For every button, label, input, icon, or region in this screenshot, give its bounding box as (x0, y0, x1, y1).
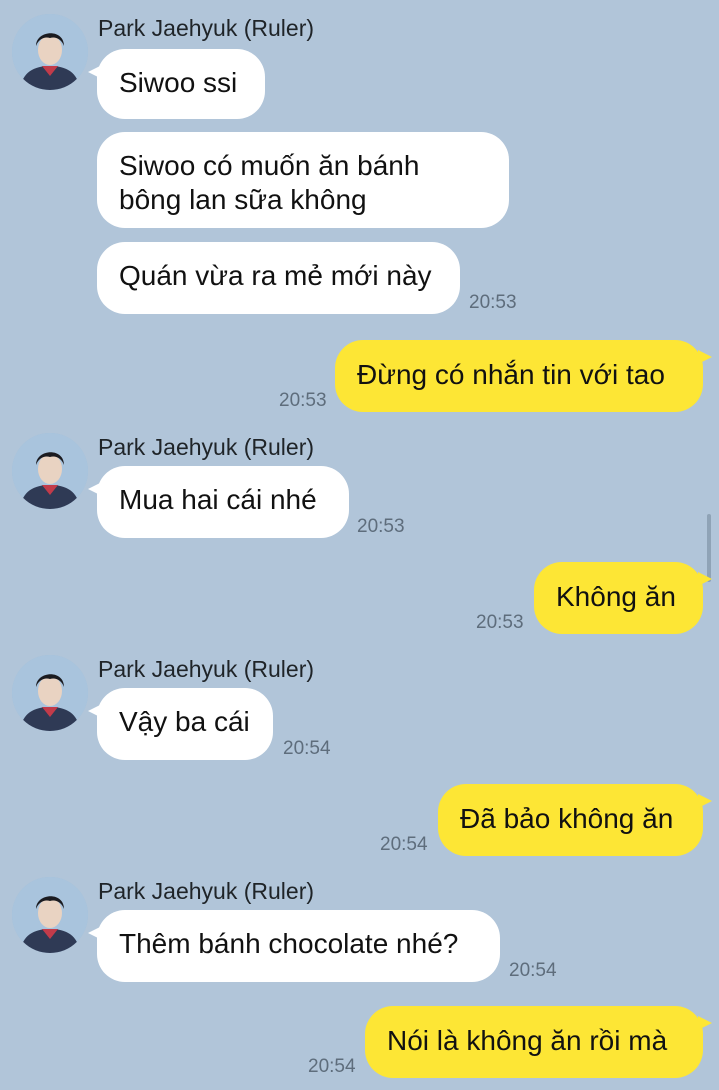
message-timestamp: 20:53 (476, 612, 524, 633)
sender-name: Park Jaehyuk (Ruler) (98, 15, 315, 41)
message-timestamp: 20:54 (283, 738, 331, 759)
profile-photo-icon (12, 14, 88, 90)
sender-name: Park Jaehyuk (Ruler) (98, 434, 315, 460)
message-timestamp: 20:54 (380, 834, 428, 855)
message-bubble-incoming[interactable]: Thêm bánh chocolate nhé? (88, 910, 500, 982)
profile-photo-icon (12, 877, 88, 953)
sender-avatar[interactable] (12, 877, 88, 953)
sender-avatar[interactable] (12, 433, 88, 509)
message-bubble-incoming[interactable]: Vậy ba cái (88, 688, 273, 760)
message-bubble-outgoing[interactable]: Không ăn (534, 562, 712, 634)
message-timestamp: 20:53 (357, 516, 405, 537)
message-bubble-outgoing[interactable]: Đã bảo không ăn (438, 784, 712, 856)
sender-avatar[interactable] (12, 655, 88, 731)
message-bubble-incoming[interactable]: Mua hai cái nhé (88, 466, 349, 538)
message-bubble-incoming[interactable]: Quán vừa ra mẻ mới này (97, 242, 460, 314)
message-bubble-incoming[interactable]: Siwoo ssi (88, 49, 265, 119)
sender-name: Park Jaehyuk (Ruler) (98, 656, 315, 682)
message-bubble-outgoing[interactable]: Đừng có nhắn tin với tao (335, 340, 712, 412)
message-timestamp: 20:54 (308, 1056, 356, 1077)
message-bubble-outgoing[interactable]: Nói là không ăn rồi mà (365, 1006, 712, 1078)
message-timestamp: 20:54 (509, 960, 557, 981)
message-timestamp: 20:53 (469, 292, 517, 313)
profile-photo-icon (12, 655, 88, 731)
message-bubble-incoming[interactable]: Siwoo có muốn ăn bánh bông lan sữa không (97, 132, 509, 228)
profile-photo-icon (12, 433, 88, 509)
sender-name: Park Jaehyuk (Ruler) (98, 878, 315, 904)
message-timestamp: 20:53 (279, 390, 327, 411)
sender-avatar[interactable] (12, 14, 88, 90)
